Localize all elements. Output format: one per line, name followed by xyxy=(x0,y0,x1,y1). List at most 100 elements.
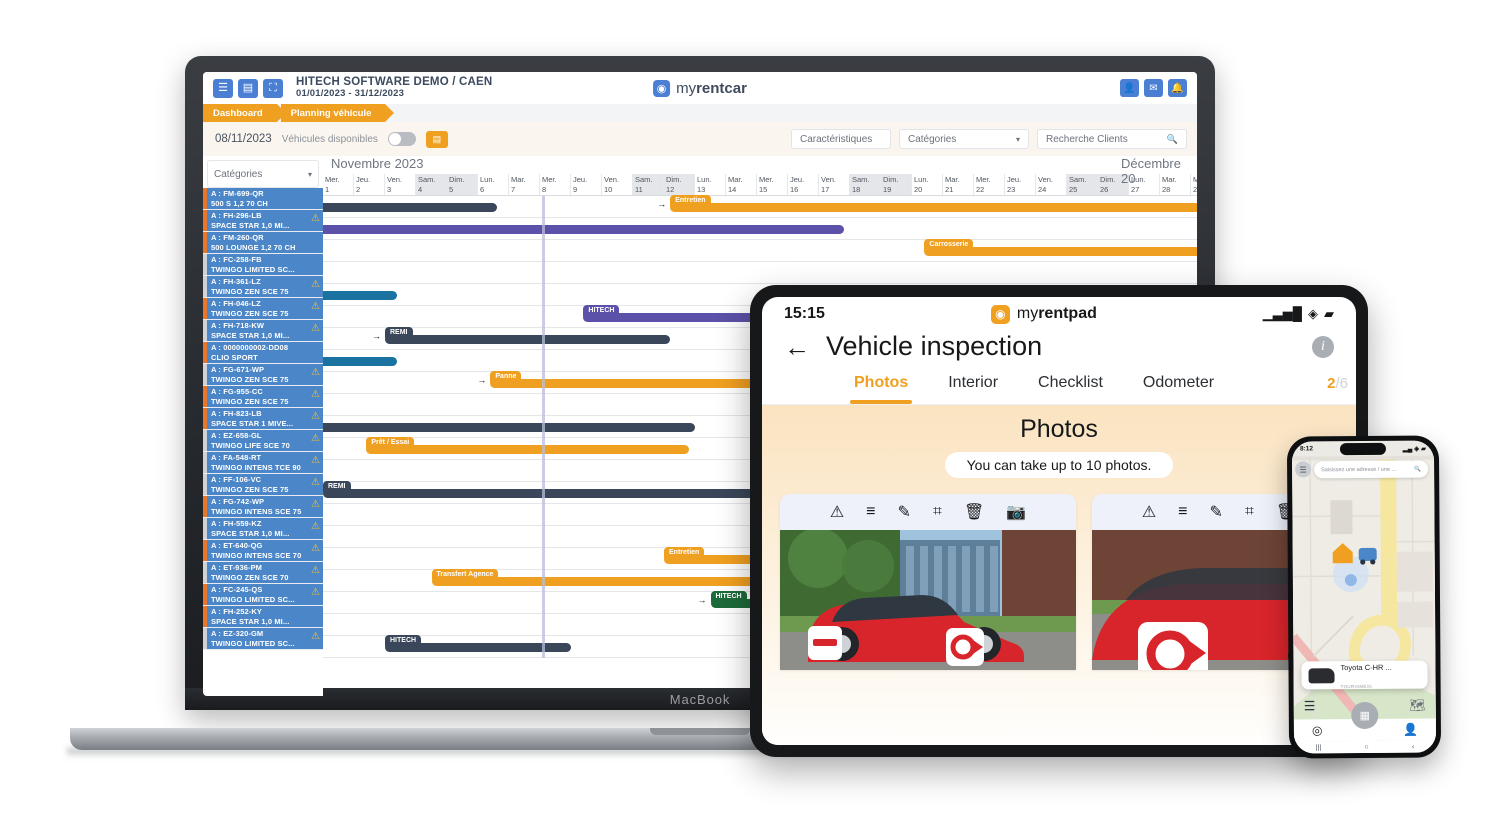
warning-icon[interactable]: ⚠ xyxy=(311,302,320,312)
breadcrumb-planning[interactable]: Planning véhicule xyxy=(280,104,395,122)
calendar-icon[interactable]: ▤ xyxy=(238,78,258,98)
day-column-header[interactable]: Dim. 19 xyxy=(881,174,912,195)
vehicle-row[interactable]: A : FG-671-WP TWINGO ZEN SCE 75 ⚠ xyxy=(203,364,323,386)
day-column-header[interactable]: Mer. 1 xyxy=(323,174,354,195)
mail-icon[interactable]: ✉ xyxy=(1144,79,1163,97)
warning-icon[interactable]: ⚠ xyxy=(311,280,320,290)
day-column-header[interactable]: Mer. 22 xyxy=(974,174,1005,195)
day-column-header[interactable]: Jeu. 9 xyxy=(571,174,602,195)
notes-icon[interactable]: ≡ xyxy=(866,503,875,521)
timeline-row[interactable] xyxy=(323,262,1197,284)
vehicle-row[interactable]: A : FM-699-QR 500 S 1,2 70 CH xyxy=(203,188,323,210)
vehicle-row[interactable]: A : FH-361-LZ TWINGO ZEN SCE 75 ⚠ xyxy=(203,276,323,298)
vehicle-row[interactable]: A : FG-742-WP TWINGO INTENS SCE 75 ⚠ xyxy=(203,496,323,518)
locate-icon[interactable]: ◎ xyxy=(1312,723,1323,737)
day-column-header[interactable]: Mar. 7 xyxy=(509,174,540,195)
categories-select[interactable]: Catégories ▾ xyxy=(899,129,1029,149)
menu-icon[interactable]: ☰ xyxy=(213,78,233,98)
calendar-picker-button[interactable]: ▤ xyxy=(425,130,448,148)
warning-icon[interactable]: ⚠ xyxy=(311,368,320,378)
booking-bar[interactable] xyxy=(323,357,398,366)
home-icon[interactable]: ○ xyxy=(1364,743,1368,750)
tab-odometer[interactable]: Odometer xyxy=(1143,374,1214,404)
map-icon[interactable]: 🗺 xyxy=(1409,698,1426,714)
warning-icon[interactable]: ⚠ xyxy=(311,566,320,576)
vehicle-row[interactable]: A : FF-106-VC TWINGO ZEN SCE 75 ⚠ xyxy=(203,474,323,496)
timeline-row[interactable]: Carrosserie xyxy=(323,239,1197,262)
booking-bar[interactable]: Entretien xyxy=(670,195,1197,212)
address-search-input[interactable]: Saisissez une adresse / une ... 🔍 xyxy=(1314,460,1429,479)
warning-icon[interactable]: ⚠ xyxy=(311,214,320,224)
warning-icon[interactable]: ⚠ xyxy=(311,456,320,466)
vehicle-row[interactable]: A : FC-258-FB TWINGO LIMITED SC... xyxy=(203,254,323,276)
vehicle-row[interactable]: A : FH-718-KW SPACE STAR 1,0 MI... ⚠ xyxy=(203,320,323,342)
recents-icon[interactable]: ||| xyxy=(1316,744,1322,751)
day-column-header[interactable]: Dim. 5 xyxy=(447,174,478,195)
vehicle-row[interactable]: A : 0000000002-DD08 CLIO SPORT xyxy=(203,342,323,364)
day-column-header[interactable]: Sam. 18 xyxy=(850,174,881,195)
tab-checklist[interactable]: Checklist xyxy=(1038,374,1103,404)
date-input[interactable]: 08/11/2023 xyxy=(213,133,272,145)
tab-interior[interactable]: Interior xyxy=(948,374,998,404)
tab-photos[interactable]: Photos xyxy=(849,374,913,404)
breadcrumb-dashboard[interactable]: Dashboard xyxy=(203,104,286,122)
bell-icon[interactable]: 🔔 xyxy=(1168,79,1187,97)
booking-bar[interactable]: REMI xyxy=(385,327,671,344)
day-column-header[interactable]: Ven. 24 xyxy=(1036,174,1067,195)
warning-icon[interactable]: ⚠ xyxy=(311,632,320,642)
vehicle-row[interactable]: A : FH-046-LZ TWINGO ZEN SCE 75 ⚠ xyxy=(203,298,323,320)
warning-icon[interactable]: ⚠ xyxy=(311,588,320,598)
timeline-row[interactable] xyxy=(323,218,1197,240)
day-column-header[interactable]: Lun. 13 xyxy=(695,174,726,195)
day-column-header[interactable]: Jeu. 16 xyxy=(788,174,819,195)
vehicle-row[interactable]: A : FC-245-QS TWINGO LIMITED SC... ⚠ xyxy=(203,584,323,606)
categories-filter[interactable]: Catégories ▾ xyxy=(207,160,319,188)
warning-icon[interactable]: ⚠ xyxy=(311,434,320,444)
vehicle-row[interactable]: A : EZ-320-GM TWINGO LIMITED SC... ⚠ xyxy=(203,628,323,650)
delete-icon[interactable]: 🗑 xyxy=(964,502,984,522)
hamburger-icon[interactable]: ☰ xyxy=(1295,461,1312,478)
warning-icon[interactable]: ⚠ xyxy=(311,390,320,400)
vehicle-row[interactable]: A : FH-559-KZ SPACE STAR 1,0 MI... ⚠ xyxy=(203,518,323,540)
vehicle-row[interactable]: A : FH-823-LB SPACE STAR 1 MIVE... ⚠ xyxy=(203,408,323,430)
booking-bar[interactable] xyxy=(323,291,398,300)
report-icon[interactable]: ⛶ xyxy=(263,78,283,98)
list-icon[interactable]: ☰ xyxy=(1304,698,1316,714)
warning-icon[interactable]: ⚠ xyxy=(311,544,320,554)
grid-icon[interactable]: ▦ xyxy=(1351,701,1379,730)
warning-icon[interactable]: ⚠ xyxy=(830,502,844,522)
day-column-header[interactable]: Mar. 14 xyxy=(726,174,757,195)
vehicle-row[interactable]: A : FG-955-CC TWINGO ZEN SCE 75 ⚠ xyxy=(203,386,323,408)
warning-icon[interactable]: ⚠ xyxy=(311,478,320,488)
vehicle-row[interactable]: A : EZ-658-GL TWINGO LIFE SCE 70 ⚠ xyxy=(203,430,323,452)
available-toggle[interactable] xyxy=(387,132,416,146)
day-column-header[interactable]: Ven. 10 xyxy=(602,174,633,195)
day-column-header[interactable]: Dim. 12 xyxy=(664,174,695,195)
booking-bar[interactable]: HITECH xyxy=(323,203,497,212)
booking-bar[interactable]: Carrosserie xyxy=(924,239,1197,256)
warning-icon[interactable]: ⚠ xyxy=(311,522,320,532)
back-icon[interactable]: ‹ xyxy=(1412,743,1414,750)
day-column-header[interactable]: Mer. 15 xyxy=(757,174,788,195)
camera-icon[interactable]: 📷 xyxy=(1006,502,1026,522)
day-column-header[interactable]: Jeu. 2 xyxy=(354,174,385,195)
day-column-header[interactable]: Mar. 21 xyxy=(943,174,974,195)
vehicle-row[interactable]: A : FM-260-QR 500 LOUNGE 1,2 70 CH xyxy=(203,232,323,254)
vehicle-card[interactable]: Toyota C-HR ... TOURISME/G xyxy=(1301,660,1428,690)
user-icon[interactable]: 👤 xyxy=(1120,79,1139,97)
booking-bar[interactable] xyxy=(323,423,695,432)
info-icon[interactable]: i xyxy=(1312,335,1334,358)
vehicle-row[interactable]: A : ET-640-QG TWINGO INTENS SCE 70 ⚠ xyxy=(203,540,323,562)
crop-icon[interactable]: ⌗ xyxy=(933,503,942,521)
vehicle-photo-side[interactable] xyxy=(780,530,1076,670)
day-column-header[interactable]: Sam. 4 xyxy=(416,174,447,195)
warning-icon[interactable]: ⚠ xyxy=(311,412,320,422)
client-search-input[interactable]: Recherche Clients 🔍 xyxy=(1037,129,1187,149)
vehicle-row[interactable]: A : ET-936-PM TWINGO ZEN SCE 70 ⚠ xyxy=(203,562,323,584)
day-column-header[interactable]: Mer. 8 xyxy=(540,174,571,195)
day-column-header[interactable]: Sam. 11 xyxy=(633,174,664,195)
day-column-header[interactable]: Lun. 20 xyxy=(912,174,943,195)
day-column-header[interactable]: Ven. 17 xyxy=(819,174,850,195)
booking-bar[interactable]: Prêt / Essai xyxy=(366,437,689,454)
day-column-header[interactable]: Ven. 3 xyxy=(385,174,416,195)
